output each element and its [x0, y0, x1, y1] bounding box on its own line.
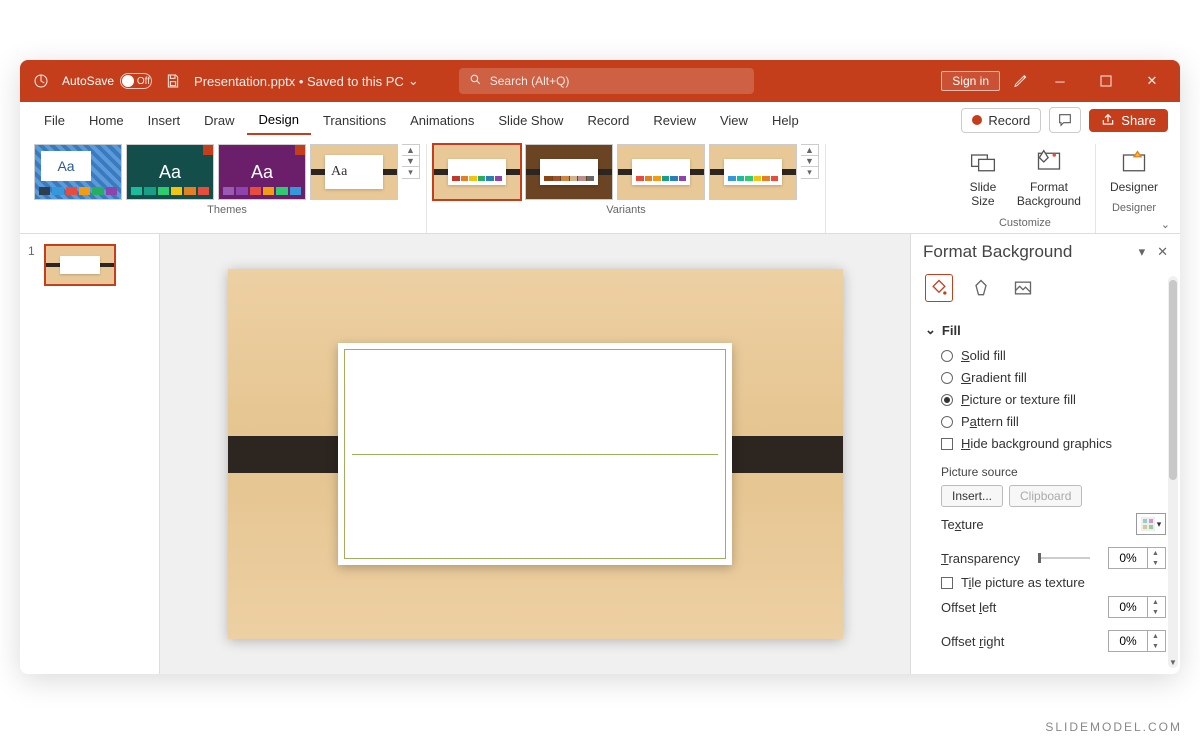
- variants-label: Variants: [606, 200, 646, 222]
- theme-thumb-3[interactable]: Aa: [218, 144, 306, 200]
- menu-design[interactable]: Design: [247, 106, 311, 135]
- menu-file[interactable]: File: [32, 107, 77, 134]
- search-input[interactable]: Search (Alt+Q): [459, 68, 754, 94]
- transparency-slider[interactable]: [1038, 557, 1090, 559]
- menu-view[interactable]: View: [708, 107, 760, 134]
- solid-fill-radio[interactable]: Solid fill: [941, 348, 1166, 363]
- minimize-button[interactable]: ─: [1042, 67, 1078, 95]
- chevron-up-icon[interactable]: ▲: [402, 145, 419, 156]
- menu-review[interactable]: Review: [641, 107, 708, 134]
- offset-left-label: Offset left: [941, 600, 996, 615]
- menu-transitions[interactable]: Transitions: [311, 107, 398, 134]
- ribbon: Aa Aa Aa Aa ▲▼▾ Themes ▲▼▾ Variants: [20, 138, 1180, 234]
- menu-home[interactable]: Home: [77, 107, 136, 134]
- autosave-label: AutoSave: [62, 74, 114, 88]
- variants-gallery-spinner[interactable]: ▲▼▾: [801, 144, 819, 179]
- slide-thumbnail-1[interactable]: [44, 244, 116, 286]
- ribbon-group-variants: ▲▼▾ Variants: [427, 144, 826, 233]
- menu-animations[interactable]: Animations: [398, 107, 486, 134]
- slide-canvas[interactable]: [228, 269, 843, 639]
- variant-thumb-3[interactable]: [617, 144, 705, 200]
- theme-thumb-2[interactable]: Aa: [126, 144, 214, 200]
- texture-dropdown[interactable]: ▾: [1136, 513, 1166, 535]
- slide-number: 1: [28, 244, 38, 258]
- record-button[interactable]: Record: [961, 108, 1041, 133]
- fill-tab[interactable]: [925, 274, 953, 302]
- gradient-fill-radio[interactable]: Gradient fill: [941, 370, 1166, 385]
- app-icon: [30, 70, 52, 92]
- slide-size-button[interactable]: Slide Size: [961, 144, 1005, 213]
- panel-menu-icon[interactable]: ▾: [1139, 244, 1146, 260]
- chevron-down-icon[interactable]: ▼: [402, 156, 419, 167]
- document-title[interactable]: Presentation.pptx • Saved to this PC ⌄: [194, 73, 419, 89]
- slide-canvas-area: [160, 234, 910, 674]
- work-area: 1 Format Background ▾ ✕: [20, 234, 1180, 674]
- panel-scrollbar[interactable]: ▲ ▼: [1168, 276, 1178, 668]
- ribbon-group-themes: Aa Aa Aa Aa ▲▼▾ Themes: [28, 144, 427, 233]
- menu-help[interactable]: Help: [760, 107, 811, 134]
- format-background-button[interactable]: Format Background: [1009, 144, 1089, 213]
- scroll-down-icon[interactable]: ▼: [1168, 656, 1178, 668]
- theme-thumb-1[interactable]: Aa: [34, 144, 122, 200]
- more-icon[interactable]: ▾: [801, 167, 818, 178]
- picture-source-label: Picture source: [925, 457, 1166, 485]
- panel-close-icon[interactable]: ✕: [1157, 244, 1168, 260]
- menu-slideshow[interactable]: Slide Show: [486, 107, 575, 134]
- coming-soon-icon[interactable]: [1010, 70, 1032, 92]
- format-background-panel: Format Background ▾ ✕ ⌄: [910, 234, 1180, 674]
- ribbon-group-customize: Slide Size Format Background Customize: [955, 144, 1096, 233]
- share-button[interactable]: Share: [1089, 109, 1168, 132]
- transparency-label: Transparency: [941, 551, 1020, 566]
- texture-label: Texture: [941, 517, 984, 532]
- menu-draw[interactable]: Draw: [192, 107, 246, 134]
- chevron-down-icon[interactable]: ▼: [801, 156, 818, 167]
- menu-bar: File Home Insert Draw Design Transitions…: [20, 102, 1180, 138]
- transparency-spinner[interactable]: ▲▼: [1108, 547, 1166, 569]
- panel-title: Format Background: [923, 242, 1072, 262]
- autosave-toggle[interactable]: AutoSave Off: [62, 73, 152, 89]
- title-bar: AutoSave Off Presentation.pptx • Saved t…: [20, 60, 1180, 102]
- tile-checkbox[interactable]: Tile picture as texture: [925, 575, 1166, 590]
- insert-button[interactable]: Insert...: [941, 485, 1003, 507]
- slide-thumbnails-panel: 1: [20, 234, 160, 674]
- app-window: AutoSave Off Presentation.pptx • Saved t…: [20, 60, 1180, 674]
- chevron-down-icon: ⌄: [925, 322, 936, 338]
- pattern-fill-radio[interactable]: Pattern fill: [941, 414, 1166, 429]
- offset-right-spinner[interactable]: ▲▼: [1108, 630, 1166, 652]
- scrollbar-thumb[interactable]: [1169, 280, 1177, 480]
- save-icon[interactable]: [162, 70, 184, 92]
- picture-fill-radio[interactable]: Picture or texture fill: [941, 392, 1166, 407]
- variant-thumb-1[interactable]: [433, 144, 521, 200]
- variant-thumb-4[interactable]: [709, 144, 797, 200]
- fill-section-header[interactable]: ⌄ Fill: [925, 316, 1166, 344]
- search-icon: [469, 73, 482, 89]
- chevron-up-icon[interactable]: ▲: [801, 145, 818, 156]
- themes-label: Themes: [207, 200, 247, 222]
- menu-record[interactable]: Record: [575, 107, 641, 134]
- collapse-ribbon-icon[interactable]: ⌄: [1161, 218, 1170, 231]
- designer-button[interactable]: Designer: [1102, 144, 1166, 198]
- customize-label: Customize: [999, 213, 1051, 235]
- offset-right-label: Offset right: [941, 634, 1004, 649]
- sign-in-button[interactable]: Sign in: [941, 71, 1000, 91]
- close-button[interactable]: ✕: [1134, 67, 1170, 95]
- clipboard-button: Clipboard: [1009, 485, 1082, 507]
- hide-graphics-checkbox[interactable]: Hide background graphics: [941, 436, 1166, 451]
- theme-thumb-4[interactable]: Aa: [310, 144, 398, 200]
- maximize-button[interactable]: [1088, 67, 1124, 95]
- comments-button[interactable]: [1049, 107, 1081, 133]
- record-dot-icon: [972, 115, 982, 125]
- menu-insert[interactable]: Insert: [136, 107, 193, 134]
- themes-gallery-spinner[interactable]: ▲▼▾: [402, 144, 420, 179]
- watermark: SLIDEMODEL.COM: [1045, 720, 1182, 734]
- chevron-down-icon: ⌄: [408, 73, 419, 89]
- designer-label: Designer: [1112, 198, 1156, 220]
- variant-thumb-2[interactable]: [525, 144, 613, 200]
- effects-tab[interactable]: [967, 274, 995, 302]
- more-icon[interactable]: ▾: [402, 167, 419, 178]
- picture-tab[interactable]: [1009, 274, 1037, 302]
- offset-left-spinner[interactable]: ▲▼: [1108, 596, 1166, 618]
